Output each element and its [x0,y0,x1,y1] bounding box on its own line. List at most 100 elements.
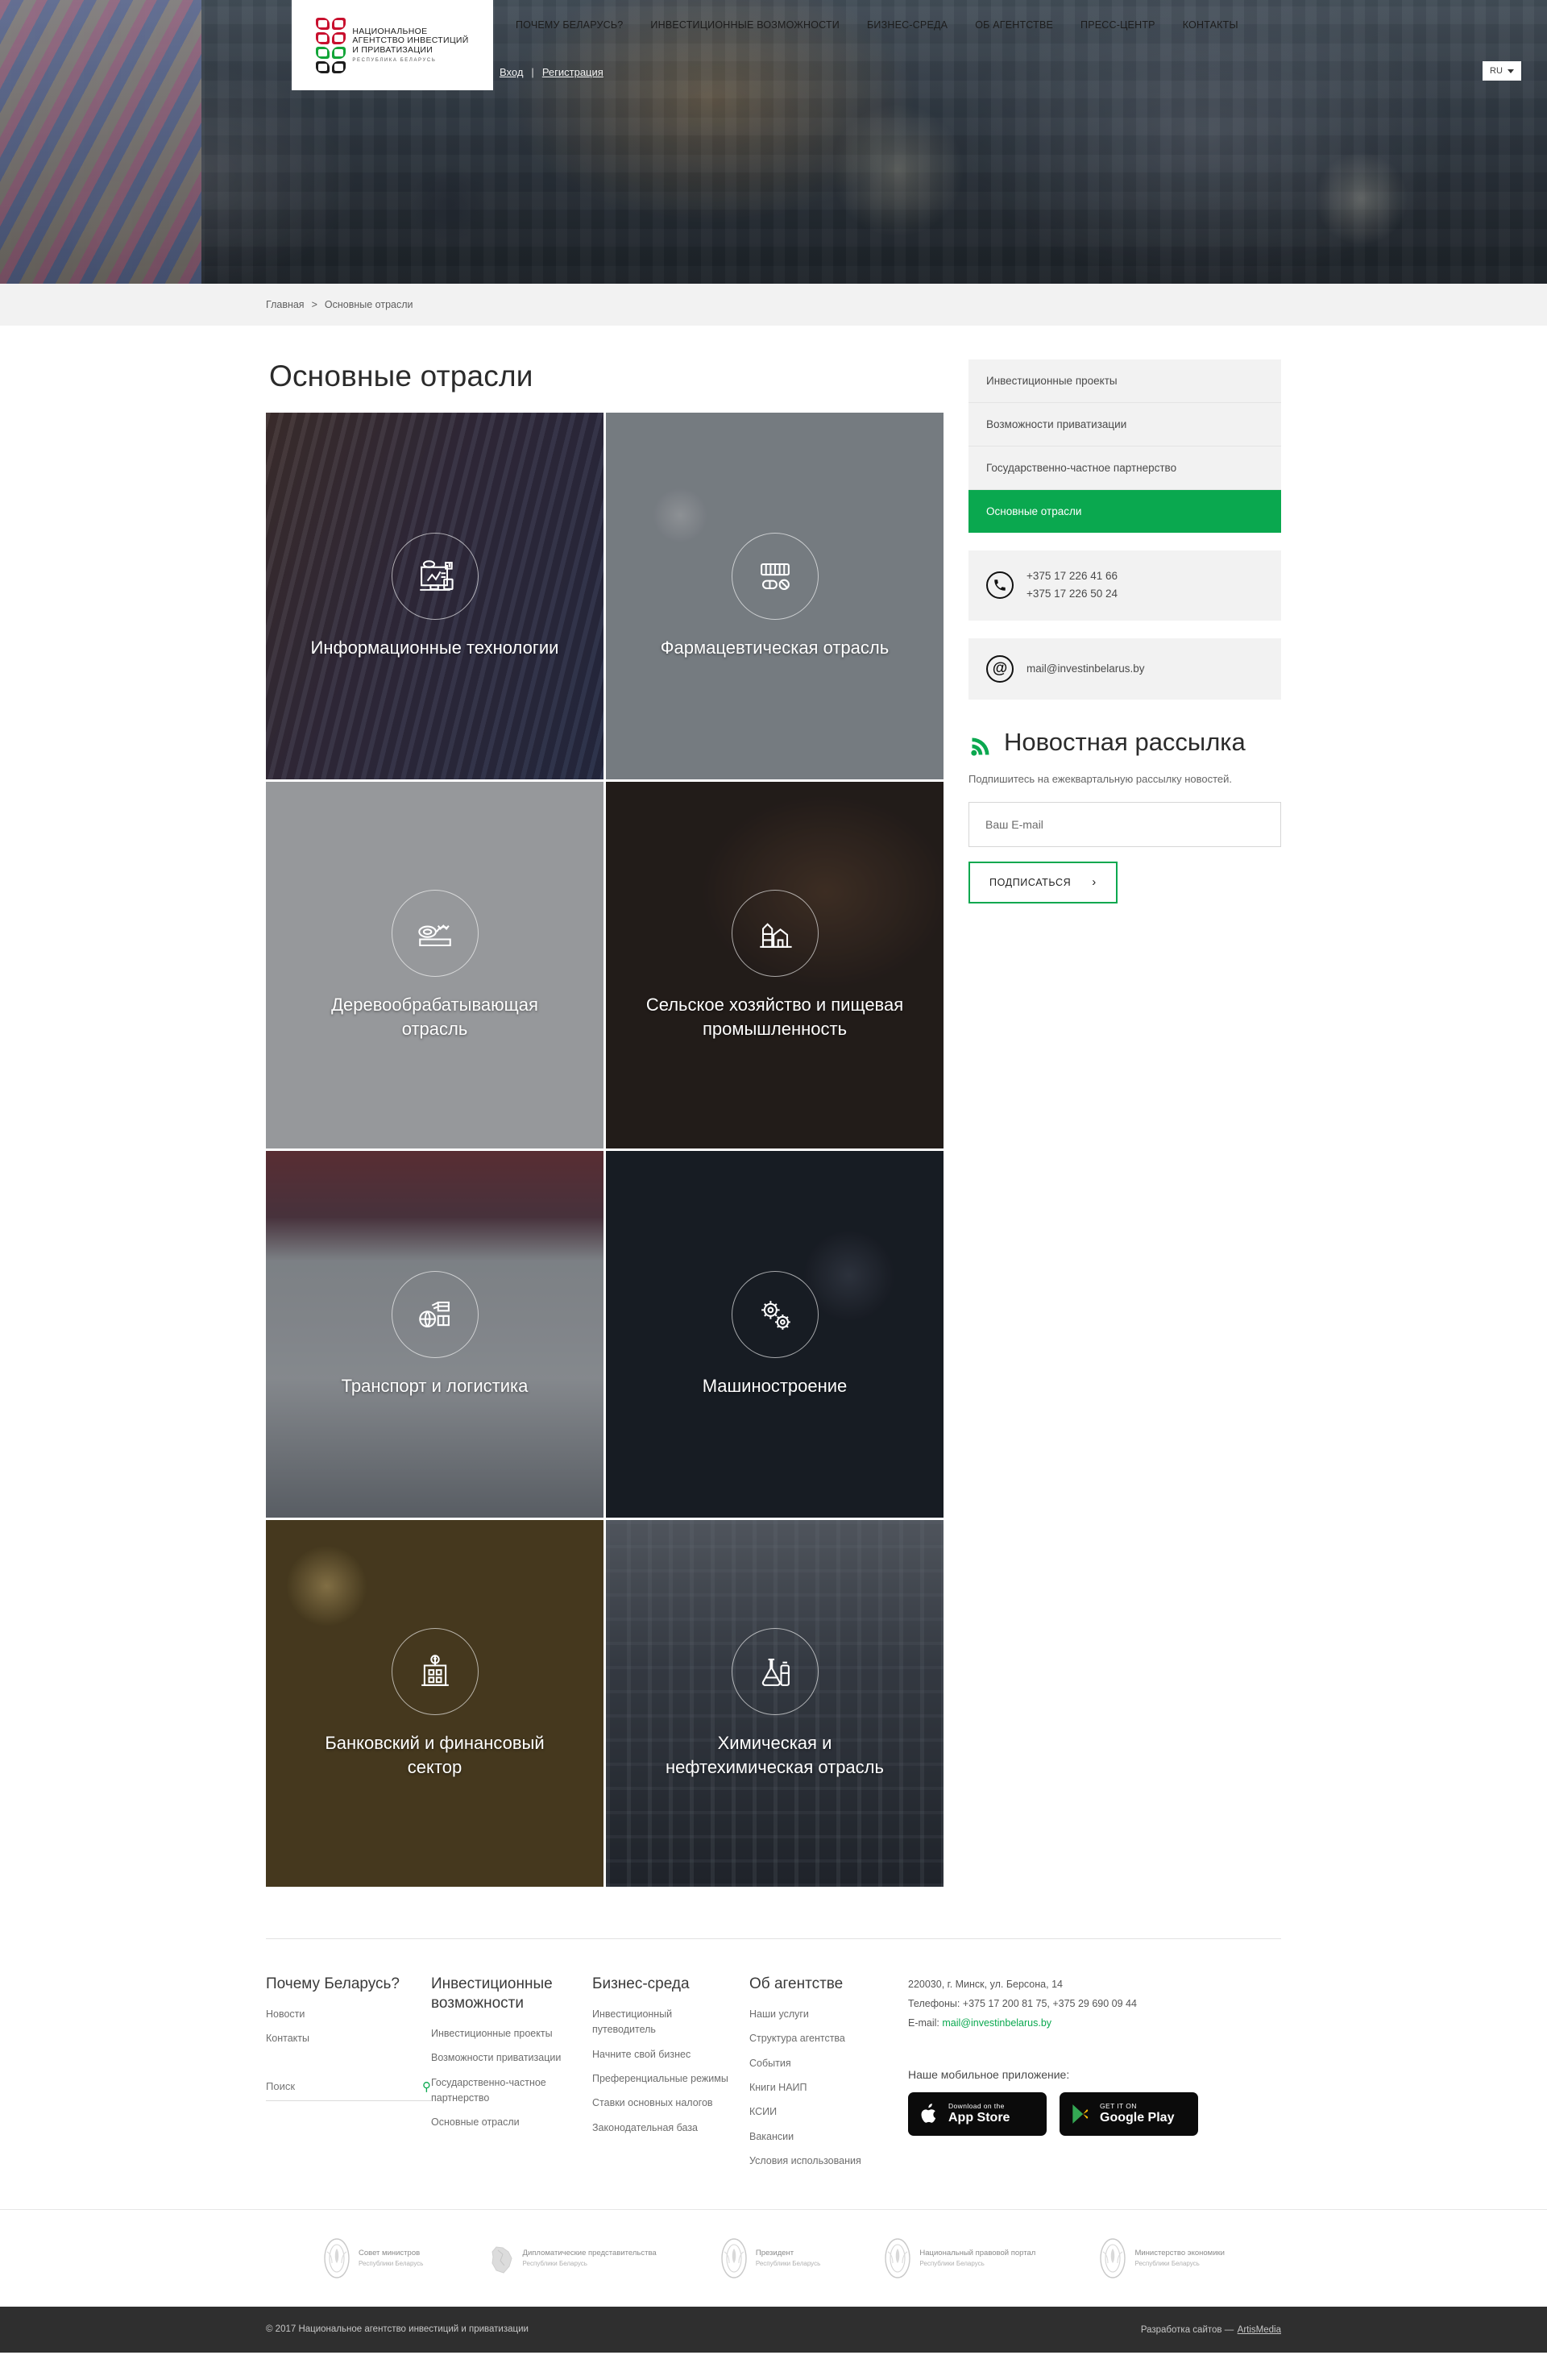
developer-link[interactable]: ArtisMedia [1238,2325,1281,2335]
footer-link-privatization[interactable]: Возможности приватизации [431,2050,578,2066]
nav-item-business-environment[interactable]: БИЗНЕС-СРЕДА [867,19,948,31]
industry-tile-transport[interactable]: Транспорт и логистика [266,1151,603,1518]
footer: Почему Беларусь? Новости Контакты ⚲ Инве… [266,1939,1281,2187]
newsletter-title: Новостная рассылка [1004,727,1246,756]
footer-link-tax-rates[interactable]: Ставки основных налогов [592,2095,735,2111]
industry-tile-wood[interactable]: Деревообрабатывающая отрасль [266,782,603,1148]
footer-link-books[interactable]: Книги НАИП [749,2080,884,2095]
industry-tile-it[interactable]: Информационные технологии [266,413,603,779]
industry-tile-chemical[interactable]: Химическая и нефтехимическая отрасль [606,1520,944,1887]
footer-email-link[interactable]: mail@investinbelarus.by [942,2017,1051,2029]
partner-legal-portal[interactable]: Национальный правовой портал Республики … [883,2237,1035,2279]
site-logo[interactable]: НАЦИОНАЛЬНОЕ АГЕНТСТВО ИНВЕСТИЦИЙ И ПРИВ… [292,0,493,90]
page-title: Основные отрасли [269,359,533,393]
footer-link-events[interactable]: События [749,2056,884,2071]
page-wrapper: Основные отрасли Информационные технолог… [266,326,1281,1887]
logo-line-3: И ПРИВАТИЗАЦИИ [352,45,433,56]
footer-email-label: E-mail: [908,2017,939,2029]
partner-diplomatic-missions[interactable]: Дипломатические представительства Респуб… [487,2237,657,2279]
email-info-box: @ mail@investinbelarus.by [968,638,1281,700]
tile-label: Информационные технологии [310,637,559,658]
industry-tile-agriculture[interactable]: Сельское хозяйство и пищевая промышленно… [606,782,944,1148]
footer-link-investment-guide[interactable]: Инвестиционный путеводитель [592,2007,735,2038]
partner-sub: Республики Беларусь [522,2260,587,2268]
newsletter-description: Подпишитесь на ежеквартальную рассылку н… [968,772,1233,785]
chemical-flask-icon [731,1628,819,1716]
footer-link-agency-structure[interactable]: Структура агентства [749,2031,884,2046]
footer-link-our-services[interactable]: Наши услуги [749,2007,884,2022]
partner-name: Совет министров [359,2248,421,2257]
industry-tile-banking[interactable]: Банковский и финансовый сектор [266,1520,603,1887]
footer-link-ppp[interactable]: Государственно-частное партнерство [431,2075,578,2107]
register-link[interactable]: Регистрация [542,66,603,78]
sawmill-log-icon [391,890,479,978]
logo-subline: РЕСПУБЛИКА БЕЛАРУСЬ [352,57,437,63]
search-input[interactable] [266,2080,422,2093]
gears-icon [731,1270,819,1358]
partner-sub: Республики Беларусь [919,2260,985,2268]
rss-icon [971,737,989,756]
footer-link-main-industries[interactable]: Основные отрасли [431,2115,578,2130]
footer-link-vacancies[interactable]: Вакансии [749,2129,884,2145]
partner-ministry-of-economy[interactable]: Министерство экономики Республики Белару… [1098,2237,1225,2279]
partner-name: Национальный правовой портал [919,2248,1036,2257]
partner-council-of-ministers[interactable]: Совет министров Республики Беларусь [322,2237,423,2279]
nav-item-why-belarus[interactable]: ПОЧЕМУ БЕЛАРУСЬ? [516,19,623,31]
newsletter-email-input[interactable] [968,801,1281,847]
breadcrumb: Главная > Основные отрасли [266,299,1281,310]
mobile-app-title: Наше мобильное приложение: [908,2068,1070,2081]
footer-column-title: Об агентстве [749,1975,844,1992]
footer-column-business: Бизнес-среда Инвестиционный путеводитель… [592,1975,749,2179]
google-play-big-text: Google Play [1100,2110,1175,2125]
footer-link-contacts[interactable]: Контакты [266,2031,417,2046]
footer-link-legislation[interactable]: Законодательная база [592,2120,735,2136]
footer-search[interactable]: ⚲ [266,2079,431,2101]
app-store-badge[interactable]: Download on the App Store [908,2092,1047,2136]
email-value[interactable]: mail@investinbelarus.by [1026,660,1145,678]
sidebar-item-ppp[interactable]: Государственно-частное партнерство [968,447,1281,490]
newsletter-block: Новостная рассылка Подпишитесь на ежеква… [968,727,1281,903]
phone-line-2: +375 17 226 50 24 [1026,588,1118,600]
breadcrumb-home[interactable]: Главная [266,299,305,310]
footer-link-ksii[interactable]: КСИИ [749,2104,884,2120]
sidebar-item-investment-projects[interactable]: Инвестиционные проекты [968,359,1281,403]
tile-label: Фармацевтическая отрасль [660,637,890,658]
footer-link-investment-projects[interactable]: Инвестиционные проекты [431,2026,578,2041]
industry-tile-pharma[interactable]: Фармацевтическая отрасль [606,413,944,779]
industry-tile-machinery[interactable]: Машиностроение [606,1151,944,1518]
google-play-badge[interactable]: GET IT ON Google Play [1060,2092,1198,2136]
copyright-bar: © 2017 Национальное агентство инвестиций… [0,2306,1547,2353]
main-navigation: ПОЧЕМУ БЕЛАРУСЬ? ИНВЕСТИЦИОННЫЕ ВОЗМОЖНО… [516,19,1238,31]
nav-item-press-center[interactable]: ПРЕСС-ЦЕНТР [1080,19,1155,31]
footer-phones: Телефоны: +375 17 200 81 75, +375 29 690… [908,1998,1137,2009]
nav-item-about-agency[interactable]: ОБ АГЕНТСТВЕ [975,19,1053,31]
footer-link-terms[interactable]: Условия использования [749,2154,884,2169]
subscribe-button-label: ПОДПИСАТЬСЯ [989,876,1072,888]
sidebar: Инвестиционные проекты Возможности прива… [968,359,1281,1887]
footer-link-preferential-regimes[interactable]: Преференциальные режимы [592,2071,735,2087]
sidebar-item-main-industries[interactable]: Основные отрасли [968,490,1281,533]
tile-label: Банковский и финансовый сектор [325,1733,545,1777]
footer-link-news[interactable]: Новости [266,2007,417,2022]
chevron-right-icon: › [1092,875,1097,890]
globe-logistics-icon [391,1270,479,1358]
nav-item-contacts[interactable]: КОНТАКТЫ [1183,19,1238,31]
apple-icon [921,2104,936,2123]
footer-contact-block: 220030, г. Минск, ул. Берсона, 14 Телефо… [898,1975,1269,2179]
language-selector[interactable]: RU [1483,61,1521,81]
footer-link-start-business[interactable]: Начните свой бизнес [592,2047,735,2062]
sidebar-item-privatization[interactable]: Возможности приватизации [968,403,1281,447]
newsletter-subscribe-button[interactable]: ПОДПИСАТЬСЯ › [968,861,1118,903]
partner-president[interactable]: Президент Республики Беларусь [720,2237,820,2279]
phone-icon [986,571,1014,600]
nav-item-investment-opportunities[interactable]: ИНВЕСТИЦИОННЫЕ ВОЗМОЖНОСТИ [650,19,840,31]
login-link[interactable]: Вход [500,66,523,78]
auth-links: Вход | Регистрация [500,66,603,78]
chevron-down-icon [1507,69,1514,73]
main-content: Основные отрасли Информационные технолог… [266,359,944,1887]
footer-column-why-belarus: Почему Беларусь? Новости Контакты ⚲ [266,1975,431,2179]
search-icon[interactable]: ⚲ [422,2079,431,2094]
breadcrumb-current: Основные отрасли [324,299,413,310]
coat-of-arms-icon [324,2237,350,2278]
coat-of-arms-icon [1100,2237,1126,2278]
